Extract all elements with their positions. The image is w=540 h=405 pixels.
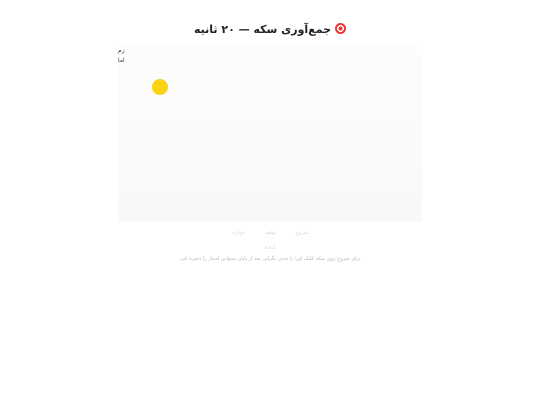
game-board[interactable] xyxy=(118,45,422,222)
start-button[interactable]: شروع xyxy=(295,230,307,236)
help-text: برای شروع روی سکه کلیک کن؛ با حذف نگرانی… xyxy=(179,256,361,262)
status-text: آماده xyxy=(264,245,276,251)
hud: زم اما xyxy=(118,46,138,66)
game-title-text: جمع‌آوری سکه — ۲۰ ثانیه xyxy=(193,23,332,36)
hud-time: زم xyxy=(118,47,125,54)
controls: شروع توقف دوباره xyxy=(0,230,540,236)
game-page: جمع‌آوری سکه — ۲۰ ثانیه زم اما شروع توقف… xyxy=(0,0,540,405)
hud-score: اما xyxy=(118,57,125,64)
game-title: جمع‌آوری سکه — ۲۰ ثانیه xyxy=(0,23,540,36)
target-icon xyxy=(335,23,347,34)
restart-button[interactable]: دوباره xyxy=(232,230,245,236)
coin[interactable] xyxy=(152,79,168,95)
pause-button[interactable]: توقف xyxy=(264,230,276,236)
